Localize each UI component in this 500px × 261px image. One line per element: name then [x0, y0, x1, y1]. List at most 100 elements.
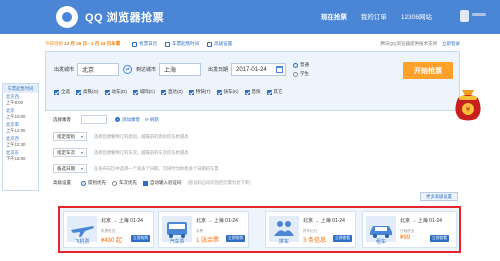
- checkbox-checked-icon: [244, 89, 250, 95]
- swap-cities-icon[interactable]: ⇄: [123, 65, 133, 74]
- nav-my-orders[interactable]: 我的订单: [361, 11, 387, 21]
- advanced-settings-link[interactable]: 高级设置: [207, 41, 232, 47]
- list-item[interactable]: 北京西 上午8:00: [3, 93, 38, 107]
- advanced-label: 高级设置: [53, 180, 71, 185]
- train-select[interactable]: 指定车次: [53, 148, 87, 157]
- info-right: 腾讯QQ浏览器提供技术支持 立即登录: [381, 41, 461, 47]
- carpool-card[interactable]: 拼车 北京 → 上海 01-24 拼车出行 3 条信息 立即查看: [265, 211, 356, 248]
- ticket-type-student[interactable]: 学生: [293, 71, 309, 77]
- train-first-option[interactable]: 车次优先: [112, 180, 137, 186]
- train-type-g-label: 高铁(G): [83, 89, 99, 94]
- to-city-input[interactable]: 上海: [159, 63, 202, 76]
- checkbox-checked-icon: [266, 89, 272, 95]
- more-settings-button[interactable]: 更多高级设置: [420, 192, 458, 201]
- sale-time: 上午12:30: [6, 142, 26, 147]
- view-carpool-button[interactable]: 立即查看: [333, 235, 352, 242]
- ticket-type-normal[interactable]: 普通: [293, 62, 309, 68]
- hot-sale-range: 今日可抢 12 月 26 日 - 1 月 24 日车票: [45, 41, 120, 47]
- radio-icon: [293, 71, 299, 77]
- car-rental-card[interactable]: 租车 北京 → 上海 01-24 日租低至 ¥99 立即查看: [362, 211, 457, 248]
- ticket-calendar-label: 抢票日历: [139, 41, 158, 46]
- refresh-button[interactable]: ⟳ 刷新: [145, 117, 159, 123]
- alt-date-hint: 在发布日历中选择一个或多个日期，可同时为你抢多个日期的车票: [94, 165, 219, 171]
- lucky-bag-icon[interactable]: ¥: [452, 84, 484, 122]
- auto-captcha-label: 自动输入验证码: [150, 180, 182, 185]
- add-passenger-button[interactable]: + 添加乘客: [115, 117, 140, 123]
- transport-price: 3 条信息: [303, 238, 327, 244]
- transport-route: 北京 → 上海 01-24: [101, 218, 143, 224]
- train-type-d[interactable]: 动车(D): [104, 89, 127, 95]
- login-link[interactable]: 立即登录: [442, 41, 460, 47]
- nav-grab-now[interactable]: 现在抢票: [321, 11, 347, 21]
- from-city-label: 出发城市: [54, 67, 75, 73]
- train-type-k-label: 快车(K): [223, 89, 239, 94]
- alt-date-select-label: 备选日期: [57, 165, 75, 171]
- bus-card[interactable]: 汽车票 北京 → 上海 01-24 余票 1 张余票 立即抢购: [158, 211, 249, 248]
- transport-price: ¥99: [400, 235, 411, 241]
- departure-date-input[interactable]: 2017-01-24: [231, 63, 287, 76]
- from-city-input[interactable]: 北京: [77, 63, 120, 76]
- train-type-z[interactable]: 直达(Z): [161, 89, 183, 95]
- auto-captcha-checkbox[interactable]: 自动输入验证码: [143, 180, 182, 186]
- train-type-all[interactable]: 全选: [54, 89, 70, 95]
- chevron-down-icon: [81, 167, 83, 170]
- calendar-icon[interactable]: [276, 66, 284, 73]
- passenger-input[interactable]: [81, 115, 107, 124]
- train-type-filters: 全选 高铁(G) 动车(D) 城际(C) 直达(Z) 特快(T) 快车(K) 普…: [54, 89, 283, 95]
- train-type-k[interactable]: 快车(K): [216, 89, 239, 95]
- sale-time-link[interactable]: 车票起售时间: [165, 41, 199, 47]
- seat-select-label: 指定席别: [57, 133, 75, 139]
- train-type-c[interactable]: 城际(C): [132, 89, 155, 95]
- flight-card[interactable]: 飞机票 北京 → 上海 01-24 机票低至 ¥430 起 立即抢购: [63, 211, 154, 248]
- info-links: 抢票日历 车票起售时间 高级设置: [132, 41, 232, 47]
- user-name-placeholder[interactable]: [472, 13, 486, 16]
- train-type-other[interactable]: 其它: [266, 89, 283, 95]
- start-grab-button[interactable]: 开始抢票: [403, 62, 453, 79]
- seat-hint: 选择您想要预订的席别，越靠前的席别优先抢越高: [94, 133, 189, 139]
- transport-subtitle: 余票: [196, 229, 204, 233]
- sale-time-panel-title: 车票起售时间: [3, 84, 38, 93]
- train-type-t[interactable]: 特快(T): [188, 89, 211, 95]
- transport-name: 拼车: [278, 239, 289, 245]
- settings-icon: [207, 41, 213, 47]
- radio-checked-icon: [81, 180, 86, 186]
- radio-icon: [112, 180, 117, 186]
- train-type-all-label: 全选: [61, 89, 70, 94]
- checkbox-checked-icon: [161, 89, 166, 95]
- advanced-row: 高级设置 席别优先 车次优先 自动输入验证码 (验证码自动识别后仍需为您下单): [53, 180, 251, 186]
- seat-first-option[interactable]: 席别优先: [81, 180, 106, 186]
- buy-bus-button[interactable]: 立即抢购: [226, 235, 245, 242]
- train-type-normal-fast[interactable]: 普快: [244, 89, 261, 95]
- user-avatar-icon[interactable]: [460, 10, 469, 22]
- checkbox-checked-icon: [54, 89, 59, 95]
- train-hint: 选择您想要预订的车次，越靠前的车次优先抢越高: [94, 149, 189, 155]
- transport-subtitle: 日租低至: [400, 229, 415, 233]
- view-car-rental-button[interactable]: 立即查看: [430, 235, 449, 242]
- train-type-c-label: 城际(C): [139, 89, 155, 94]
- list-item[interactable]: 北京东 下午16:00: [3, 149, 38, 163]
- seat-select[interactable]: 指定席别: [53, 132, 87, 141]
- list-item[interactable]: 北京南 上午12:00: [3, 121, 38, 135]
- list-item[interactable]: 北京西 上午12:30: [3, 135, 38, 149]
- train-type-g[interactable]: 高铁(G): [76, 89, 99, 95]
- app-title: QQ 浏览器抢票: [85, 12, 165, 24]
- list-item[interactable]: 北京 上午10:00: [3, 107, 38, 121]
- transport-name: 飞机票: [74, 239, 90, 245]
- transport-price: 1 张余票: [196, 238, 220, 244]
- train-row: 指定车次 选择您想要预订的车次，越靠前的车次优先抢越高: [53, 148, 341, 157]
- nav-12306-site[interactable]: 12306网站: [401, 11, 432, 21]
- advanced-settings-label: 高级设置: [214, 41, 233, 46]
- checkbox-checked-icon: [143, 180, 148, 186]
- alt-date-select[interactable]: 备选日期: [53, 164, 87, 173]
- refresh-label: 刷新: [150, 116, 160, 122]
- train-type-t-label: 特快(T): [195, 89, 211, 94]
- passenger-label: 选择乘客: [53, 116, 71, 122]
- checkbox-checked-icon: [188, 89, 194, 95]
- train-type-other-label: 其它: [273, 89, 283, 94]
- order-settings: 选择乘客 + 添加乘客 ⟳ 刷新 指定席别 选择您想要预订的席别，越靠前的席别优先…: [53, 113, 460, 201]
- buy-flight-button[interactable]: 立即抢购: [131, 235, 150, 242]
- ticket-calendar-link[interactable]: 抢票日历: [132, 41, 157, 47]
- checkbox-checked-icon: [104, 89, 110, 95]
- sale-time: 上午10:00: [6, 114, 26, 119]
- captcha-note: (验证码自动识别后仍需为您下单): [187, 180, 251, 185]
